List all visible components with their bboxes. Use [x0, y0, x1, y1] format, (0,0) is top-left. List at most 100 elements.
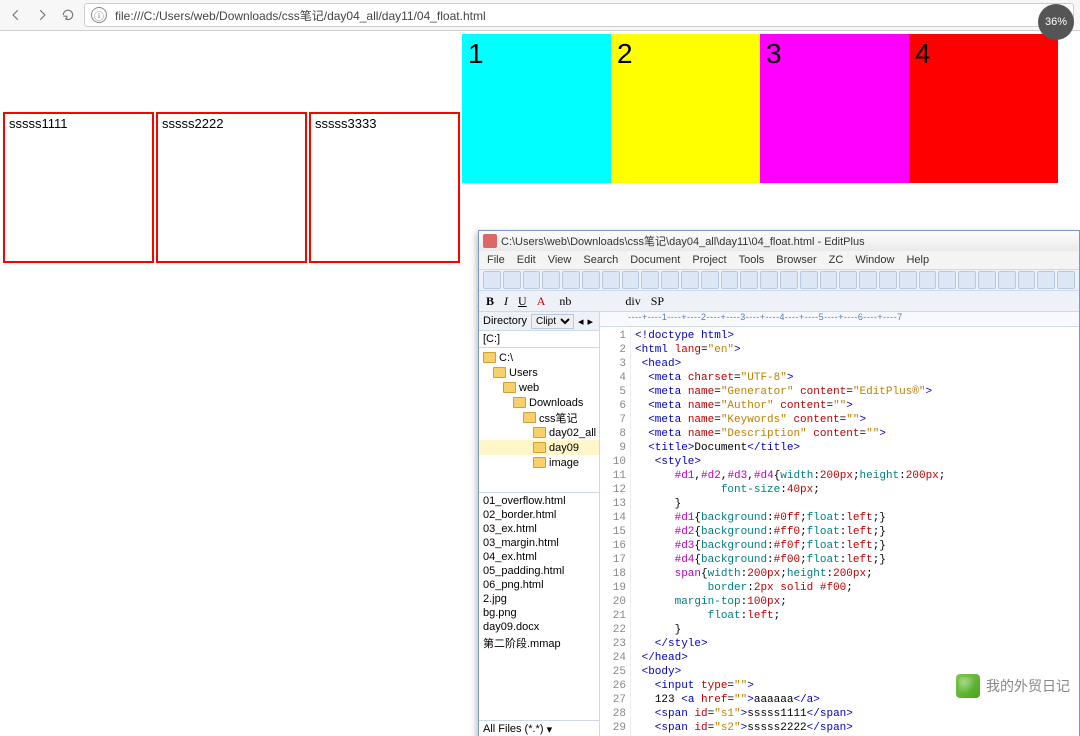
file-item[interactable]: 02_border.html — [483, 509, 595, 523]
directory-panel: Directory Clipt ◂ ▸ [C:] C:\Users webDown… — [479, 312, 600, 736]
toolbar-icon[interactable] — [483, 271, 501, 289]
toolbar-icon[interactable] — [661, 271, 679, 289]
address-bar[interactable]: ⓘ — [84, 3, 1074, 27]
div-button[interactable]: div — [622, 294, 643, 309]
directory-tab[interactable]: Directory — [483, 315, 527, 327]
file-item[interactable]: bg.png — [483, 607, 595, 621]
toolbar-icon[interactable] — [562, 271, 580, 289]
line-gutter: 1234567891011121314151617181920212223242… — [600, 327, 631, 736]
toolbar-icon[interactable] — [582, 271, 600, 289]
window-titlebar[interactable]: C:\Users\web\Downloads\css笔记\day04_all\d… — [479, 231, 1079, 251]
toolbar-icon[interactable] — [800, 271, 818, 289]
menu-window[interactable]: Window — [855, 254, 894, 266]
toolbar-icon[interactable] — [602, 271, 620, 289]
toolbar-icon[interactable] — [701, 271, 719, 289]
file-item[interactable]: 03_ex.html — [483, 523, 595, 537]
tree-node[interactable]: C:\ — [479, 350, 599, 365]
menu-zc[interactable]: ZC — [829, 254, 844, 266]
file-item[interactable]: 03_margin.html — [483, 537, 595, 551]
reload-button[interactable] — [58, 5, 78, 25]
file-list[interactable]: 01_overflow.html02_border.html03_ex.html… — [479, 493, 599, 720]
file-item[interactable]: 第二阶段.mmap — [483, 635, 595, 649]
toolbar-icon[interactable] — [899, 271, 917, 289]
toolbar-icon[interactable] — [760, 271, 778, 289]
chevron-left-icon[interactable]: ◂ — [578, 315, 584, 328]
toolbar-icon[interactable] — [523, 271, 541, 289]
tree-label: css笔记 — [539, 410, 578, 426]
folder-tree[interactable]: C:\Users webDownloadscss笔记day02_all day09i… — [479, 348, 599, 493]
toolbar-format: B I U A nb div SP — [479, 291, 1079, 312]
italic-button[interactable]: I — [501, 294, 511, 309]
menu-search[interactable]: Search — [583, 254, 618, 266]
file-filter[interactable]: All Files (*.*) ▾ — [479, 720, 599, 736]
toolbar-icon[interactable] — [780, 271, 798, 289]
toolbar-icon[interactable] — [839, 271, 857, 289]
tree-label: web — [519, 382, 539, 394]
tree-node[interactable]: day09 — [479, 440, 599, 455]
watermark-text: 我的外贸日记 — [986, 676, 1070, 696]
tree-label: day09 — [549, 442, 579, 454]
menu-help[interactable]: Help — [906, 254, 929, 266]
url-input[interactable] — [113, 7, 1067, 23]
toolbar-icon[interactable] — [1018, 271, 1036, 289]
toolbar-icon[interactable] — [503, 271, 521, 289]
tree-node[interactable]: day02_all — [479, 425, 599, 440]
toolbar-main — [479, 269, 1079, 291]
color-a-button[interactable]: A — [534, 294, 549, 309]
menu-browser[interactable]: Browser — [776, 254, 816, 266]
tree-node[interactable]: Users — [479, 365, 599, 380]
file-item[interactable]: day09.docx — [483, 621, 595, 635]
toolbar-icon[interactable] — [542, 271, 560, 289]
tree-node[interactable]: web — [479, 380, 599, 395]
toolbar-icon[interactable] — [879, 271, 897, 289]
file-item[interactable]: 05_padding.html — [483, 565, 595, 579]
toolbar-icon[interactable] — [681, 271, 699, 289]
back-button[interactable] — [6, 5, 26, 25]
toolbar-icon[interactable] — [859, 271, 877, 289]
tree-node[interactable]: Downloads — [479, 395, 599, 410]
file-item[interactable]: 01_overflow.html — [483, 495, 595, 509]
forward-button[interactable] — [32, 5, 52, 25]
toolbar-icon[interactable] — [938, 271, 956, 289]
file-item[interactable]: 06_png.html — [483, 579, 595, 593]
toolbar-icon[interactable] — [978, 271, 996, 289]
menu-project[interactable]: Project — [692, 254, 726, 266]
file-item[interactable]: 2.jpg — [483, 593, 595, 607]
underline-button[interactable]: U — [515, 294, 530, 309]
folder-icon — [533, 442, 546, 453]
menu-document[interactable]: Document — [630, 254, 680, 266]
folder-icon — [513, 397, 526, 408]
tree-label: day02_all — [549, 427, 596, 439]
toolbar-icon[interactable] — [1037, 271, 1055, 289]
tree-node[interactable]: image — [479, 455, 599, 470]
toolbar-icon[interactable] — [721, 271, 739, 289]
toolbar-icon[interactable] — [998, 271, 1016, 289]
folder-icon — [483, 352, 496, 363]
code-editor[interactable]: ----+----1----+----2----+----3----+----4… — [600, 312, 1079, 736]
float-span-3: sssss3333 — [309, 112, 460, 263]
file-item[interactable]: 04_ex.html — [483, 551, 595, 565]
nb-button[interactable]: nb — [556, 294, 574, 309]
toolbar-icon[interactable] — [1057, 271, 1075, 289]
toolbar-icon[interactable] — [919, 271, 937, 289]
watermark: 我的外贸日记 — [956, 674, 1070, 698]
tree-node[interactable]: css笔记 — [479, 410, 599, 425]
toolbar-icon[interactable] — [958, 271, 976, 289]
toolbar-icon[interactable] — [740, 271, 758, 289]
zoom-badge[interactable]: 36% — [1038, 4, 1074, 40]
sp-button[interactable]: SP — [648, 294, 667, 309]
drive-selector[interactable]: [C:] — [479, 331, 599, 348]
toolbar-icon[interactable] — [641, 271, 659, 289]
menu-tools[interactable]: Tools — [739, 254, 765, 266]
toolbar-icon[interactable] — [820, 271, 838, 289]
float-box-2: 2 — [611, 34, 760, 183]
menu-file[interactable]: File — [487, 254, 505, 266]
float-span-2: sssss2222 — [156, 112, 307, 263]
menu-edit[interactable]: Edit — [517, 254, 536, 266]
menu-view[interactable]: View — [548, 254, 572, 266]
clip-dropdown[interactable]: Clipt — [531, 314, 574, 329]
chevron-right-icon[interactable]: ▸ — [588, 315, 594, 328]
bold-button[interactable]: B — [483, 294, 497, 309]
toolbar-icon[interactable] — [622, 271, 640, 289]
site-info-icon[interactable]: ⓘ — [91, 7, 107, 23]
